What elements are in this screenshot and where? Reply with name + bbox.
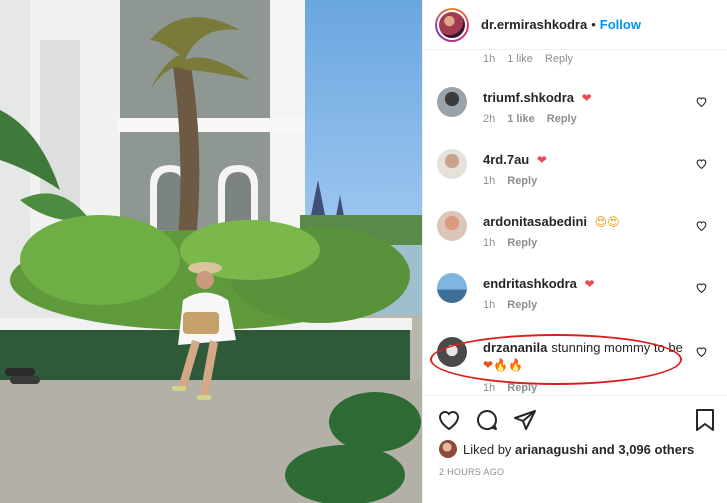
commenter-username[interactable]: triumf.shkodra <box>483 90 574 105</box>
liked-by-avatar[interactable] <box>439 440 457 458</box>
header-separator: • <box>591 17 596 32</box>
post-side-panel: dr.ermirashkodra • Follow 1h 1 like Repl… <box>422 0 727 503</box>
author-avatar[interactable] <box>435 7 469 42</box>
post-header: dr.ermirashkodra • Follow <box>423 0 727 50</box>
comment-meta: 1h Reply <box>483 237 537 249</box>
follow-button[interactable]: Follow <box>600 17 641 32</box>
reply-button[interactable]: Reply <box>507 237 537 249</box>
comment-emoji: ❤ <box>581 91 592 105</box>
like-comment-icon[interactable] <box>695 95 708 108</box>
action-icon-row <box>437 408 537 432</box>
comment-meta: 1h Reply <box>483 299 537 311</box>
comment-meta: 2h 1 like Reply <box>483 113 577 125</box>
reply-button[interactable]: Reply <box>507 299 537 311</box>
comment-item: ardonitasabedini 😍😍 1h Reply <box>437 211 722 271</box>
reply-button[interactable]: Reply <box>507 382 537 394</box>
comment-item: drzananila stunning mommy to be ❤🔥🔥 1h Re… <box>437 337 722 395</box>
share-icon[interactable] <box>513 408 537 432</box>
comment-emoji: ❤🔥🔥 <box>483 358 523 372</box>
comment-time: 1h <box>483 299 496 311</box>
like-comment-icon[interactable] <box>695 219 708 232</box>
reply-button[interactable]: Reply <box>507 175 537 187</box>
liked-by-others[interactable]: and 3,096 others <box>592 442 695 457</box>
liked-by: Liked by arianagushi and 3,096 others <box>439 440 694 458</box>
comment-icon[interactable] <box>475 408 499 432</box>
comments-list[interactable]: 1h 1 like Reply triumf.shkodra ❤ 2h 1 li… <box>423 51 727 395</box>
comment-likes[interactable]: 1 like <box>507 113 535 125</box>
commenter-username[interactable]: drzananila <box>483 340 547 355</box>
commenter-avatar[interactable] <box>437 87 467 117</box>
commenter-avatar[interactable] <box>437 337 467 367</box>
commenter-username[interactable]: endritashkodra <box>483 276 577 291</box>
reply-button[interactable]: Reply <box>547 113 577 125</box>
reply-button[interactable]: Reply <box>545 53 573 65</box>
commenter-avatar[interactable] <box>437 211 467 241</box>
like-comment-icon[interactable] <box>695 281 708 294</box>
commenter-username[interactable]: 4rd.7au <box>483 152 529 167</box>
photo-scene <box>0 0 422 503</box>
post-actions: Liked by arianagushi and 3,096 others 2 … <box>423 395 727 503</box>
liked-by-user[interactable]: arianagushi <box>515 442 588 457</box>
like-comment-icon[interactable] <box>695 157 708 170</box>
comment-body: stunning mommy to be <box>551 340 683 355</box>
bookmark-icon[interactable] <box>694 408 716 432</box>
comment-likes[interactable]: 1 like <box>507 53 533 65</box>
comment-emoji: ❤ <box>536 153 547 167</box>
post-photo[interactable] <box>0 0 422 503</box>
like-icon[interactable] <box>437 408 461 432</box>
author-username[interactable]: dr.ermirashkodra <box>481 17 587 32</box>
comment-time: 1h <box>483 175 496 187</box>
like-comment-icon[interactable] <box>695 345 708 358</box>
comment-meta: 1h Reply <box>483 382 537 394</box>
comment-text: endritashkodra ❤ <box>483 275 683 293</box>
comment-text: triumf.shkodra ❤ <box>483 89 683 107</box>
comment-meta: 1h Reply <box>483 175 537 187</box>
comment-item: triumf.shkodra ❤ 2h 1 like Reply <box>437 87 722 147</box>
comment-text: 4rd.7au ❤ <box>483 151 683 169</box>
post-timestamp[interactable]: 2 HOURS AGO <box>439 467 504 477</box>
comment-time: 1h <box>483 237 496 249</box>
liked-by-prefix: Liked by <box>463 441 512 457</box>
comment-item: endritashkodra ❤ 1h Reply <box>437 273 722 333</box>
commenter-username[interactable]: ardonitasabedini <box>483 214 587 229</box>
comment-emoji: 😍😍 <box>594 215 620 229</box>
comment-time: 1h <box>483 53 496 65</box>
comment-time: 2h <box>483 113 496 125</box>
commenter-avatar[interactable] <box>437 273 467 303</box>
cut-off-comment-meta: 1h 1 like Reply <box>483 53 573 65</box>
comment-text: drzananila stunning mommy to be ❤🔥🔥 <box>483 339 683 374</box>
commenter-avatar[interactable] <box>437 149 467 179</box>
comment-item: 4rd.7au ❤ 1h Reply <box>437 149 722 209</box>
comment-emoji: ❤ <box>584 277 595 291</box>
comment-text: ardonitasabedini 😍😍 <box>483 213 683 231</box>
comment-time: 1h <box>483 382 496 394</box>
